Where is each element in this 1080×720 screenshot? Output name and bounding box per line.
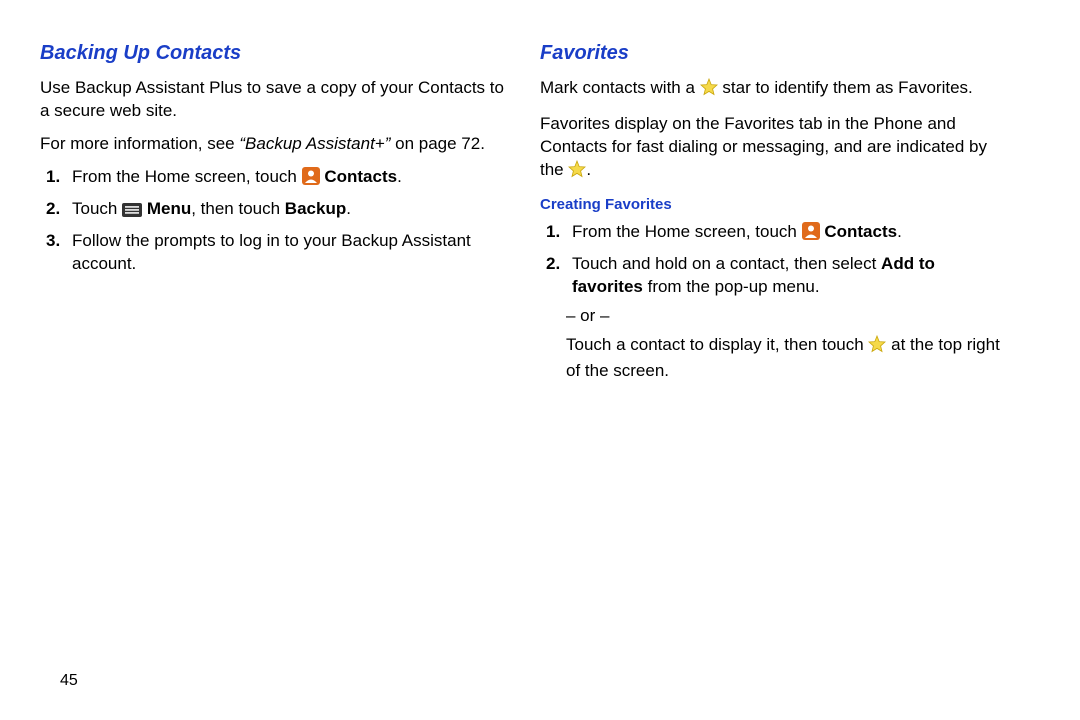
fs2c: from the pop-up menu. <box>643 277 820 296</box>
fs2a: Touch and hold on a contact, then select <box>572 254 881 273</box>
fs1a: From the Home screen, touch <box>572 222 802 241</box>
star-outline-icon <box>700 78 718 103</box>
fs1-label-contacts: Contacts <box>824 222 897 241</box>
intro-para-2: For more information, see “Backup Assist… <box>40 133 510 156</box>
star-tap-icon <box>868 335 886 360</box>
intro-para-1: Use Backup Assistant Plus to save a copy… <box>40 77 510 123</box>
fav-alt-step: Touch a contact to display it, then touc… <box>540 334 1010 383</box>
favorites-para-1: Mark contacts with a star to identify th… <box>540 77 1010 103</box>
favorites-para-2: Favorites display on the Favorites tab i… <box>540 113 1010 185</box>
or-separator: – or – <box>540 305 1010 328</box>
intro2a: For more information, see <box>40 134 239 153</box>
fs3a: Touch a contact to display it, then touc… <box>566 335 868 354</box>
contacts-icon <box>802 222 820 247</box>
intro2c: on page 72. <box>390 134 485 153</box>
p2a: Favorites display on the Favorites tab i… <box>540 114 987 179</box>
menu-icon <box>122 201 142 224</box>
step2-label-backup: Backup <box>285 199 346 218</box>
xref-backup-assistant: “Backup Assistant+” <box>239 134 390 153</box>
fs1c: . <box>897 222 902 241</box>
contacts-icon <box>302 167 320 192</box>
fav-step-1: From the Home screen, touch Contacts. <box>546 221 1010 247</box>
page-number: 45 <box>60 672 78 690</box>
heading-favorites: Favorites <box>540 40 1010 67</box>
step2-label-menu: Menu <box>147 199 191 218</box>
steps-favorites: From the Home screen, touch Contacts. To… <box>540 221 1010 299</box>
step1-text-a: From the Home screen, touch <box>72 167 302 186</box>
steps-backup: From the Home screen, touch Contacts. To… <box>40 166 510 276</box>
heading-backing-up: Backing Up Contacts <box>40 40 510 67</box>
step2-text-e: . <box>346 199 351 218</box>
manual-page: Backing Up Contacts Use Backup Assistant… <box>0 0 1080 720</box>
step1-label-contacts: Contacts <box>324 167 397 186</box>
step-2: Touch Menu, then touch Backup. <box>46 198 510 224</box>
left-column: Backing Up Contacts Use Backup Assistant… <box>40 40 530 700</box>
p1a: Mark contacts with a <box>540 78 700 97</box>
p2b: . <box>586 160 591 179</box>
step2-text-c: , then touch <box>191 199 285 218</box>
p1b: star to identify them as Favorites. <box>718 78 973 97</box>
star-filled-icon <box>568 160 586 185</box>
step1-text-c: . <box>397 167 402 186</box>
fav-step-2: Touch and hold on a contact, then select… <box>546 253 1010 299</box>
step-3: Follow the prompts to log in to your Bac… <box>46 230 510 276</box>
step2-text-a: Touch <box>72 199 122 218</box>
right-column: Favorites Mark contacts with a star to i… <box>530 40 1020 700</box>
step-1: From the Home screen, touch Contacts. <box>46 166 510 192</box>
subheading-creating-favorites: Creating Favorites <box>540 195 1010 215</box>
